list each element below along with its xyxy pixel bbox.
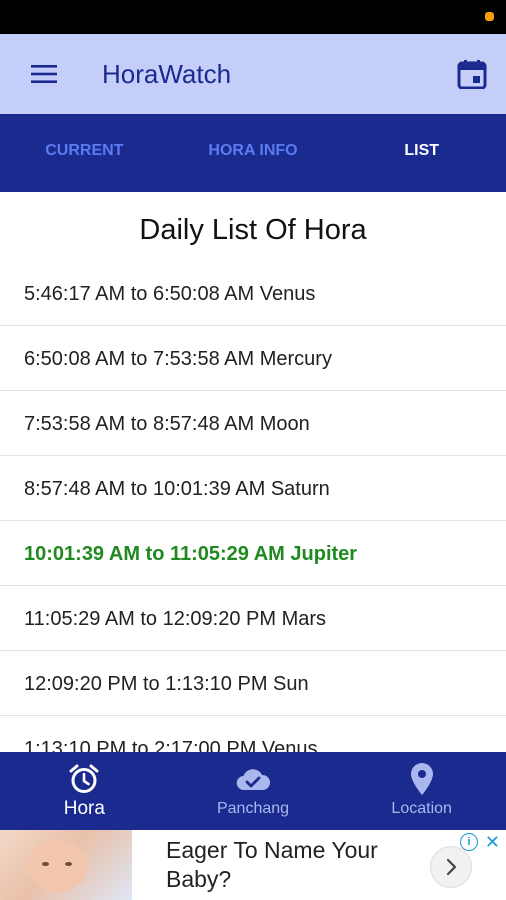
- nav-location-label: Location: [391, 800, 452, 817]
- status-bar: [0, 0, 506, 34]
- list-title: Daily List Of Hora: [139, 214, 367, 246]
- hora-row[interactable]: 11:05:29 AM to 12:09:20 PM Mars: [0, 586, 506, 651]
- ad-text[interactable]: Eager To Name Your Baby?: [166, 836, 426, 894]
- app-bar: HoraWatch: [0, 34, 506, 114]
- ad-close-icon[interactable]: ✕: [485, 832, 500, 853]
- baby-eye: [42, 862, 49, 866]
- hora-row[interactable]: 7:53:58 AM to 8:57:48 AM Moon: [0, 391, 506, 456]
- nav-panchang-label: Panchang: [216, 800, 290, 817]
- tab-bar: CURRENT HORA INFO LIST: [0, 114, 506, 192]
- ad-banner[interactable]: Eager To Name Your Baby? i ✕: [0, 830, 506, 900]
- tab-current[interactable]: CURRENT: [0, 114, 169, 192]
- ad-open-button[interactable]: [430, 846, 472, 888]
- nav-panchang[interactable]: Panchang: [169, 752, 338, 830]
- alarm-clock-icon: [69, 764, 99, 793]
- hora-row[interactable]: 6:50:08 AM to 7:53:58 AM Mercury: [0, 326, 506, 391]
- cloud-check-icon: [236, 769, 271, 791]
- menu-icon: [31, 65, 57, 83]
- hora-row-current[interactable]: 10:01:39 AM to 11:05:29 AM Jupiter: [0, 521, 506, 586]
- bottom-navigation: Hora Panchang Location: [0, 752, 506, 830]
- menu-button[interactable]: [24, 54, 64, 94]
- baby-face: [28, 840, 88, 892]
- hora-row[interactable]: 5:46:17 AM to 6:50:08 AM Venus: [0, 261, 506, 326]
- list-content[interactable]: Daily List Of Hora 5:46:17 AM to 6:50:08…: [0, 192, 506, 752]
- chevron-right-icon: [446, 858, 457, 876]
- hora-row[interactable]: 12:09:20 PM to 1:13:10 PM Sun: [0, 651, 506, 716]
- ad-baby-image: [0, 830, 132, 900]
- nav-hora[interactable]: Hora: [0, 752, 169, 830]
- nav-location[interactable]: Location: [337, 752, 506, 830]
- hora-row[interactable]: 1:13:10 PM to 2:17:00 PM Venus: [0, 716, 506, 752]
- calendar-button[interactable]: [452, 54, 492, 94]
- tab-hora-info[interactable]: HORA INFO: [169, 114, 338, 192]
- app-title: HoraWatch: [102, 59, 232, 89]
- calendar-icon: [457, 60, 487, 89]
- notification-dot: [485, 12, 494, 21]
- ad-info-icon[interactable]: i: [460, 833, 478, 851]
- tab-list[interactable]: LIST: [337, 114, 506, 192]
- baby-eye: [65, 862, 72, 866]
- hora-list: 5:46:17 AM to 6:50:08 AM Venus 6:50:08 A…: [0, 261, 506, 752]
- location-pin-icon: [410, 763, 433, 795]
- hora-row[interactable]: 8:57:48 AM to 10:01:39 AM Saturn: [0, 456, 506, 521]
- nav-hora-label: Hora: [63, 798, 105, 819]
